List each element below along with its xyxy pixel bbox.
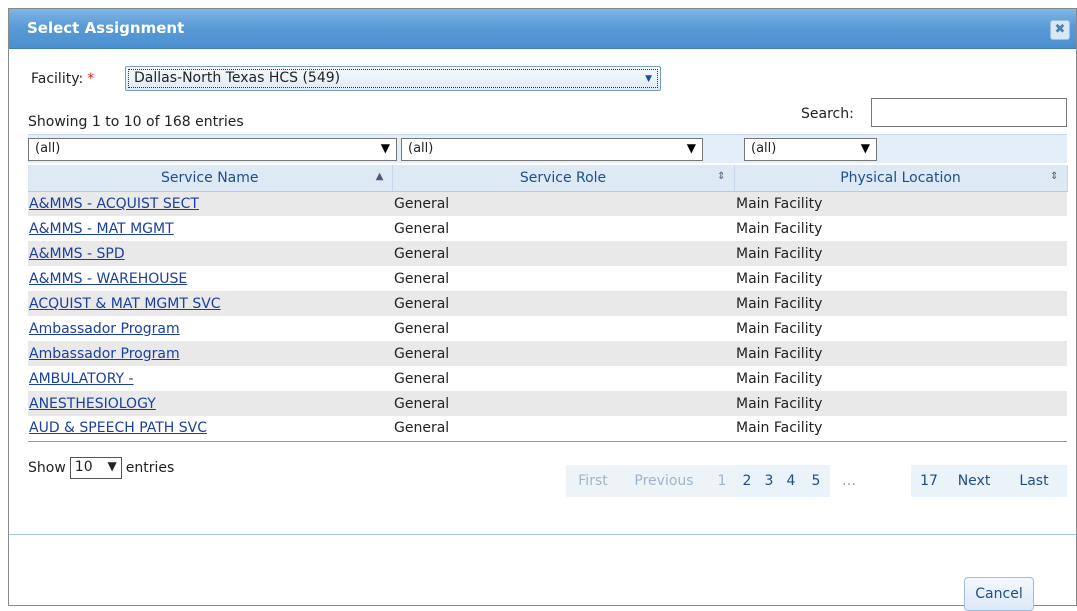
chevron-down-icon: ▼ [645, 74, 652, 84]
service-name-link[interactable]: AMBULATORY - [29, 371, 134, 387]
facility-select[interactable]: Dallas-North Texas HCS (549) ▼ [125, 66, 661, 91]
column-header-service-name[interactable]: Service Name ▲ [28, 165, 393, 192]
service-name-link[interactable]: A&MMS - SPD [29, 246, 125, 262]
service-name-link[interactable]: Ambassador Program [29, 346, 180, 362]
table-row: ACQUIST & MAT MGMT SVC General Main Faci… [28, 291, 1067, 316]
service-name-link[interactable]: ACQUIST & MAT MGMT SVC [29, 296, 221, 312]
table-row: A&MMS - SPD General Main Facility [28, 241, 1067, 266]
filter-value: (all) [751, 141, 777, 156]
service-name-cell: A&MMS - MAT MGMT [28, 216, 392, 241]
service-name-cell: A&MMS - WAREHOUSE [28, 266, 392, 291]
filter-value: (all) [35, 141, 61, 156]
service-name-cell: AUD & SPEECH PATH SVC [28, 416, 392, 442]
physical-location-cell: Main Facility [734, 216, 1067, 241]
pagination-page-17[interactable]: 17 [911, 465, 947, 497]
service-role-cell: General [392, 216, 734, 241]
service-name-cell: ACQUIST & MAT MGMT SVC [28, 291, 392, 316]
service-name-cell: AMBULATORY - [28, 366, 392, 391]
service-role-cell: General [392, 241, 734, 266]
filter-row: (all) ▼ (all) ▼ (all) ▼ [28, 134, 1067, 163]
table-row: Ambassador Program General Main Facility [28, 316, 1067, 341]
pagination: First Previous 1 2 3 4 5 … 17 Next Last [9, 465, 1076, 497]
physical-location-cell: Main Facility [734, 266, 1067, 291]
table-row: AUD & SPEECH PATH SVC General Main Facil… [28, 416, 1067, 442]
chevron-down-icon: ▼ [686, 141, 696, 155]
service-name-cell: Ambassador Program [28, 316, 392, 341]
service-role-cell: General [392, 341, 734, 366]
facility-label-text: Facility: [31, 71, 84, 87]
service-name-link[interactable]: A&MMS - WAREHOUSE [29, 271, 187, 287]
service-role-cell: General [392, 316, 734, 341]
service-role-cell: General [392, 391, 734, 416]
column-header-physical-location[interactable]: Physical Location ⇕ [734, 165, 1068, 192]
table-row: ANESTHESIOLOGY General Main Facility [28, 391, 1067, 416]
column-label: Physical Location [840, 169, 961, 186]
service-name-link[interactable]: Ambassador Program [29, 321, 180, 337]
pagination-previous-button[interactable]: Previous [620, 465, 708, 497]
physical-location-cell: Main Facility [734, 416, 1067, 442]
sort-both-icon: ⇕ [717, 171, 726, 182]
chevron-down-icon: ▼ [380, 141, 390, 155]
service-name-link[interactable]: AUD & SPEECH PATH SVC [29, 420, 207, 436]
pagination-page-1[interactable]: 1 [708, 465, 736, 497]
service-name-cell: Ambassador Program [28, 341, 392, 366]
service-name-filter[interactable]: (all) ▼ [28, 138, 397, 161]
service-name-link[interactable]: A&MMS - MAT MGMT [29, 221, 174, 237]
pagination-ellipsis: … [842, 473, 856, 489]
assignment-table: Service Name ▲ Service Role ⇕ Physical Loc… [28, 165, 1068, 442]
table-info: Showing 1 to 10 of 168 entries [28, 114, 244, 130]
physical-location-filter[interactable]: (all) ▼ [744, 138, 877, 161]
table-row: A&MMS - MAT MGMT General Main Facility [28, 216, 1067, 241]
table-row: Ambassador Program General Main Facility [28, 341, 1067, 366]
pagination-first-button[interactable]: First [566, 465, 620, 497]
physical-location-cell: Main Facility [734, 391, 1067, 416]
service-role-cell: General [392, 366, 734, 391]
physical-location-cell: Main Facility [734, 191, 1067, 216]
pagination-page-5[interactable]: 5 [802, 465, 830, 497]
pagination-page-2[interactable]: 2 [736, 465, 758, 497]
select-assignment-dialog: Select Assignment ✖ Facility: * Dallas-No… [8, 8, 1077, 611]
table-row: AMBULATORY - General Main Facility [28, 366, 1067, 391]
physical-location-cell: Main Facility [734, 366, 1067, 391]
close-icon[interactable]: ✖ [1050, 20, 1070, 40]
service-name-link[interactable]: A&MMS - ACQUIST SECT [29, 196, 199, 212]
dialog-title: Select Assignment [27, 19, 185, 37]
search-label: Search: [801, 106, 854, 122]
chevron-down-icon: ▼ [860, 141, 870, 155]
service-role-cell: General [392, 416, 734, 442]
physical-location-cell: Main Facility [734, 241, 1067, 266]
search-input[interactable] [871, 98, 1067, 127]
table-row: A&MMS - WAREHOUSE General Main Facility [28, 266, 1067, 291]
service-role-filter[interactable]: (all) ▼ [401, 138, 703, 161]
sort-ascending-icon: ▲ [375, 171, 384, 182]
service-role-cell: General [392, 291, 734, 316]
footer-divider [9, 534, 1076, 535]
table-header-row: Service Name ▲ Service Role ⇕ Physical Loc… [28, 165, 1068, 192]
column-header-service-role[interactable]: Service Role ⇕ [392, 165, 735, 192]
column-label: Service Name [161, 169, 259, 186]
column-label: Service Role [519, 169, 607, 186]
table-row: A&MMS - ACQUIST SECT General Main Facili… [28, 191, 1067, 216]
physical-location-cell: Main Facility [734, 316, 1067, 341]
service-name-cell: ANESTHESIOLOGY [28, 391, 392, 416]
service-name-cell: A&MMS - ACQUIST SECT [28, 191, 392, 216]
physical-location-cell: Main Facility [734, 291, 1067, 316]
physical-location-cell: Main Facility [734, 341, 1067, 366]
service-name-cell: A&MMS - SPD [28, 241, 392, 266]
pagination-last-button[interactable]: Last [1001, 465, 1067, 497]
filter-value: (all) [408, 141, 434, 156]
facility-value: Dallas-North Texas HCS (549) [134, 70, 341, 86]
sort-both-icon: ⇕ [1050, 171, 1059, 182]
pagination-page-3[interactable]: 3 [758, 465, 780, 497]
pagination-page-4[interactable]: 4 [780, 465, 802, 497]
pagination-next-button[interactable]: Next [947, 465, 1001, 497]
service-role-cell: General [392, 266, 734, 291]
dialog-titlebar[interactable]: Select Assignment ✖ [9, 9, 1076, 49]
required-mark: * [87, 71, 95, 87]
service-role-cell: General [392, 191, 734, 216]
facility-label: Facility: * [31, 71, 94, 87]
service-name-link[interactable]: ANESTHESIOLOGY [29, 396, 156, 412]
